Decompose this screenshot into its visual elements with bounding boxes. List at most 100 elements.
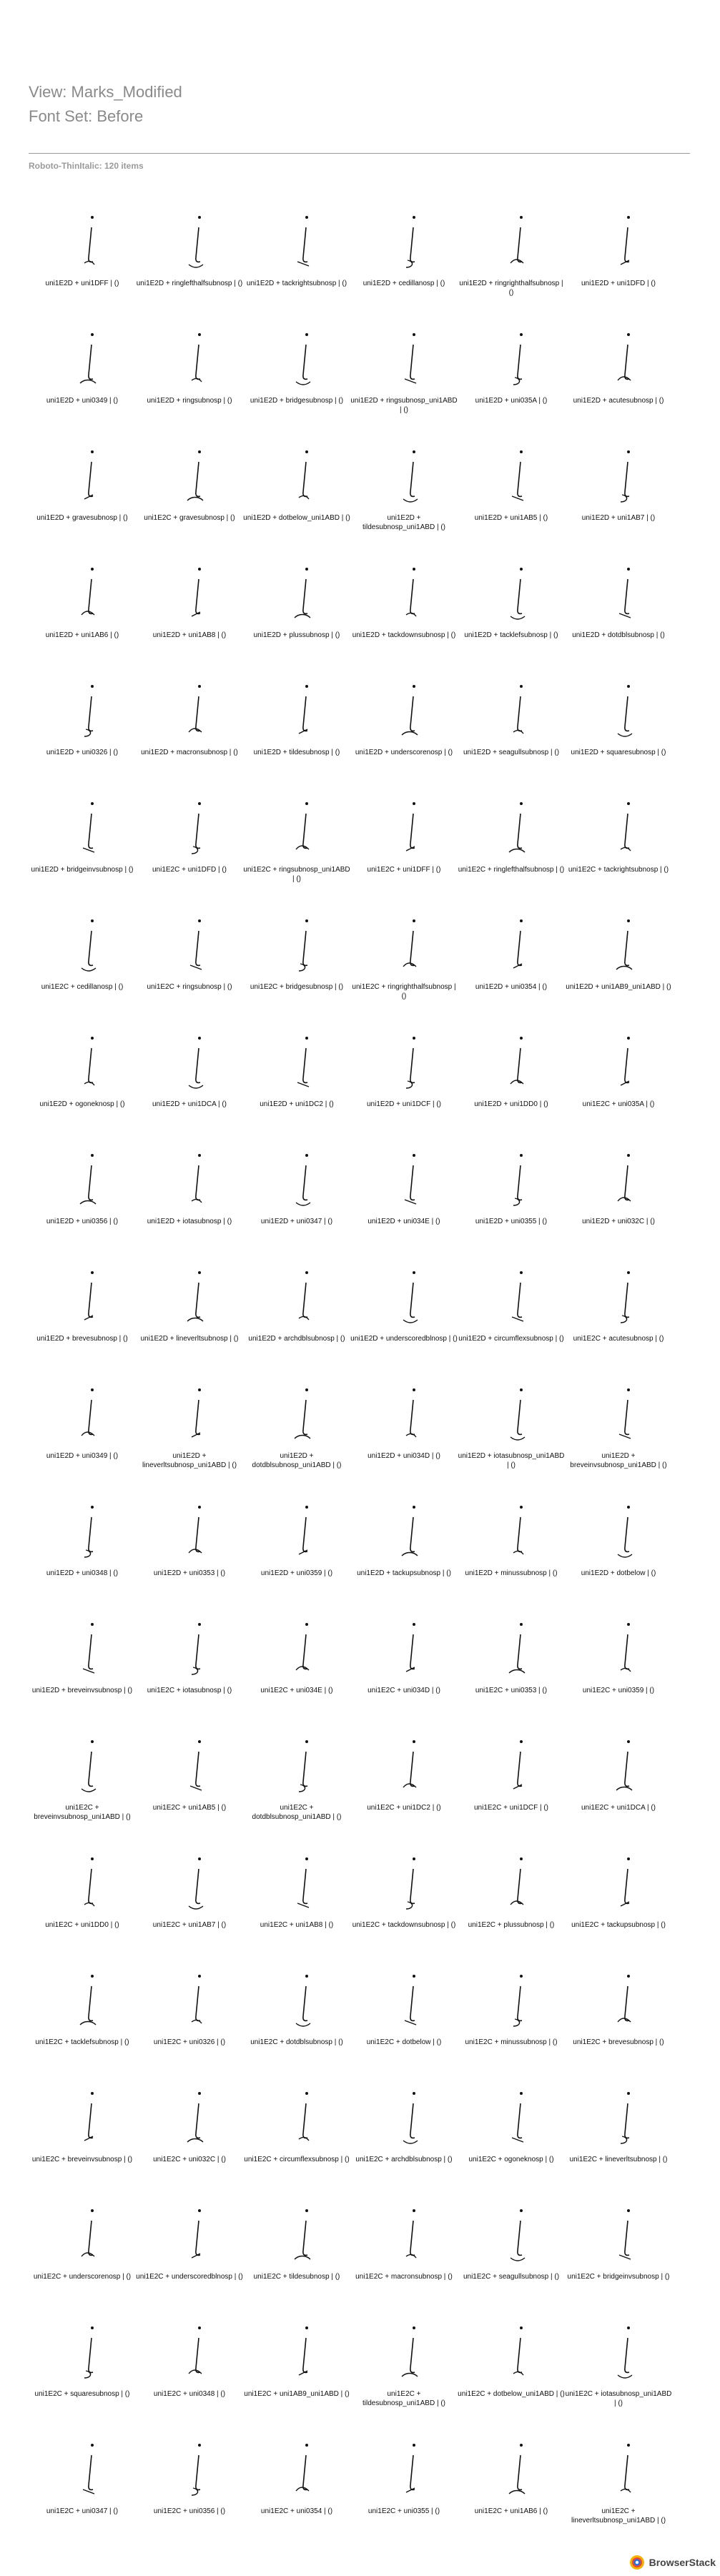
glyph-item: uni1E2D + dotdblsubnosp | () <box>565 559 672 676</box>
glyph-label: uni1E2D + iotasubnosp_uni1ABD | () <box>458 1452 565 1469</box>
glyph-image <box>189 919 202 970</box>
glyph-item: uni1E2D + uni1DD0 | () <box>458 1028 565 1145</box>
glyph-item: uni1E2C + lineverltsubnosp | () <box>565 2083 672 2201</box>
view-title: View: Marks_Modified <box>29 83 182 101</box>
glyph-item: uni1E2D + uni0359 | () <box>243 1497 350 1614</box>
glyph-image <box>191 1154 202 1203</box>
glyph-item: uni1E2D + circumflexsubnosp | () <box>458 1263 565 1380</box>
glyph-label: uni1E2C + uni0348 | () <box>153 2390 226 2398</box>
glyph-item: uni1E2C + uni1AB6 | () <box>458 2435 565 2552</box>
glyph-image <box>188 216 204 268</box>
header: View: Marks_Modified Font Set: Before <box>29 80 182 129</box>
glyph-image <box>298 2326 308 2376</box>
glyph-item: uni1E2D + iotasubnosp | () <box>136 1145 243 1263</box>
glyph-item: uni1E2D + dotdblsubnosp_uni1ABD | () <box>243 1380 350 1497</box>
glyph-item: uni1E2D + tackdownsubnosp | () <box>350 559 458 676</box>
glyph-item: uni1E2C + uni1AB7 | () <box>136 1849 243 1966</box>
glyph-image <box>81 1740 97 1792</box>
glyph-image <box>84 1037 95 1086</box>
glyph-image <box>620 450 630 503</box>
glyph-item: uni1E2C + uni0355 | () <box>350 2435 458 2552</box>
glyph-image <box>510 1037 524 1085</box>
glyph-image <box>82 2444 95 2494</box>
glyph-image <box>84 216 95 265</box>
glyph-image <box>81 2209 95 2257</box>
glyph-image <box>405 1037 415 1089</box>
glyph-image <box>620 2444 631 2493</box>
browserstack-brand: BrowserStack <box>629 2555 716 2570</box>
glyph-label: uni1E2D + tildesubnosp | () <box>253 749 340 756</box>
glyph-label: uni1E2C + bridgesubnosp | () <box>250 983 344 991</box>
glyph-label: uni1E2D + gravesubnosp | () <box>36 514 128 522</box>
glyph-image <box>295 333 311 385</box>
glyph-image <box>298 919 308 972</box>
glyph-label: uni1E2D + uni1DD0 | () <box>474 1100 548 1108</box>
glyph-label: uni1E2C + acutesubnosp | () <box>573 1335 664 1343</box>
glyph-label: uni1E2C + uni0354 | () <box>260 2507 333 2515</box>
glyph-image <box>401 685 418 736</box>
glyph-label: uni1E2D + seagullsubnosp | () <box>463 749 560 756</box>
glyph-item: uni1E2C + macronsubnosp | () <box>350 2201 458 2318</box>
glyph-image <box>405 1388 417 1438</box>
glyph-label: uni1E2D + squaresubnosp | () <box>571 749 666 756</box>
glyph-label: uni1E2C + ogoneknosp | () <box>468 2156 554 2163</box>
glyph-item: uni1E2D + macronsubnosp | () <box>136 676 243 794</box>
glyph-item: uni1E2D + uni1DFF | () <box>29 207 136 325</box>
glyph-image <box>617 1154 631 1202</box>
glyph-item: uni1E2D + bridgeinvsubnosp | () <box>29 794 136 911</box>
glyph-label: uni1E2D + macronsubnosp | () <box>141 749 238 756</box>
glyph-image <box>403 1740 417 1788</box>
glyph-label: uni1E2C + ringrighthalfsubnosp | () <box>352 983 456 1000</box>
glyph-label: uni1E2C + circumflexsubnosp | () <box>244 2156 350 2163</box>
glyph-item: uni1E2D + tackupsubnosp | () <box>350 1497 458 1614</box>
glyph-label: uni1E2C + uni1DCA | () <box>581 1804 656 1812</box>
glyph-image <box>620 802 631 852</box>
glyph-item: uni1E2D + uni1AB7 | () <box>565 442 672 559</box>
glyph-label: uni1E2C + underscoredblnosp | () <box>136 2273 243 2281</box>
glyph-image <box>510 568 526 620</box>
glyph-item: uni1E2C + circumflexsubnosp | () <box>243 2083 350 2201</box>
glyph-image <box>508 1623 526 1674</box>
glyph-label: uni1E2C + squaresubnosp | () <box>34 2390 130 2398</box>
glyph-image <box>618 568 631 618</box>
glyph-label: uni1E2C + uni1DC2 | () <box>367 1804 441 1812</box>
glyph-label: uni1E2D + uni034D | () <box>368 1452 440 1460</box>
glyph-item: uni1E2D + dotbelow_uni1ABD | () <box>243 442 350 559</box>
glyph-item: uni1E2D + ringsubnosp | () <box>136 325 243 442</box>
glyph-item: uni1E2C + uni1AB8 | () <box>243 1849 350 1966</box>
glyph-image <box>84 2092 94 2141</box>
glyph-label: uni1E2C + uni1DD0 | () <box>45 1921 119 1929</box>
glyph-label: uni1E2D + uni1DC2 | () <box>260 1100 334 1108</box>
glyph-image <box>294 1388 311 1439</box>
glyph-label: uni1E2D + brevesubnosp | () <box>36 1335 128 1343</box>
glyph-label: uni1E2D + uni0349 | () <box>46 1452 119 1460</box>
glyph-item: uni1E2C + underscorenosp | () <box>29 2201 136 2318</box>
glyph-label: uni1E2D + ringlefthalfsubnosp | () <box>136 280 243 287</box>
glyph-item: uni1E2C + uni034E | () <box>243 1614 350 1732</box>
glyph-image <box>191 2444 201 2496</box>
glyph-image <box>297 1037 310 1087</box>
glyph-image <box>81 1388 95 1436</box>
brand-text: BrowserStack <box>649 2557 716 2568</box>
glyph-label: uni1E2C + uni0355 | () <box>368 2507 440 2515</box>
glyph-image <box>294 2209 311 2260</box>
glyph-image <box>620 1271 630 1323</box>
glyph-label: uni1E2D + breveinvsubnosp | () <box>31 1687 133 1694</box>
glyph-image <box>403 2092 418 2144</box>
glyph-image <box>401 2326 418 2377</box>
glyph-image <box>510 2209 526 2261</box>
glyph-label: uni1E2C + archdblsubnosp | () <box>355 2156 453 2163</box>
glyph-label: uni1E2C + plussubnosp | () <box>468 1921 555 1929</box>
glyph-item: uni1E2D + uni0353 | () <box>136 1497 243 1614</box>
glyph-image <box>403 1271 418 1323</box>
glyph-image <box>191 333 202 383</box>
glyph-item: uni1E2C + tackrightsubnosp | () <box>565 794 672 911</box>
glyph-item: uni1E2D + lineverltsubnosp_uni1ABD | () <box>136 1380 243 1497</box>
glyph-item: uni1E2C + tildesubnosp | () <box>243 2201 350 2318</box>
glyph-label: uni1E2D + plussubnosp | () <box>253 631 340 639</box>
glyph-item: uni1E2C + minussubnosp | () <box>458 1966 565 2083</box>
glyph-image <box>403 450 418 503</box>
glyph-item: uni1E2D + uni1DCF | () <box>350 1028 458 1145</box>
glyph-image <box>404 333 417 384</box>
glyph-item: uni1E2C + uni1DCA | () <box>565 1732 672 1849</box>
